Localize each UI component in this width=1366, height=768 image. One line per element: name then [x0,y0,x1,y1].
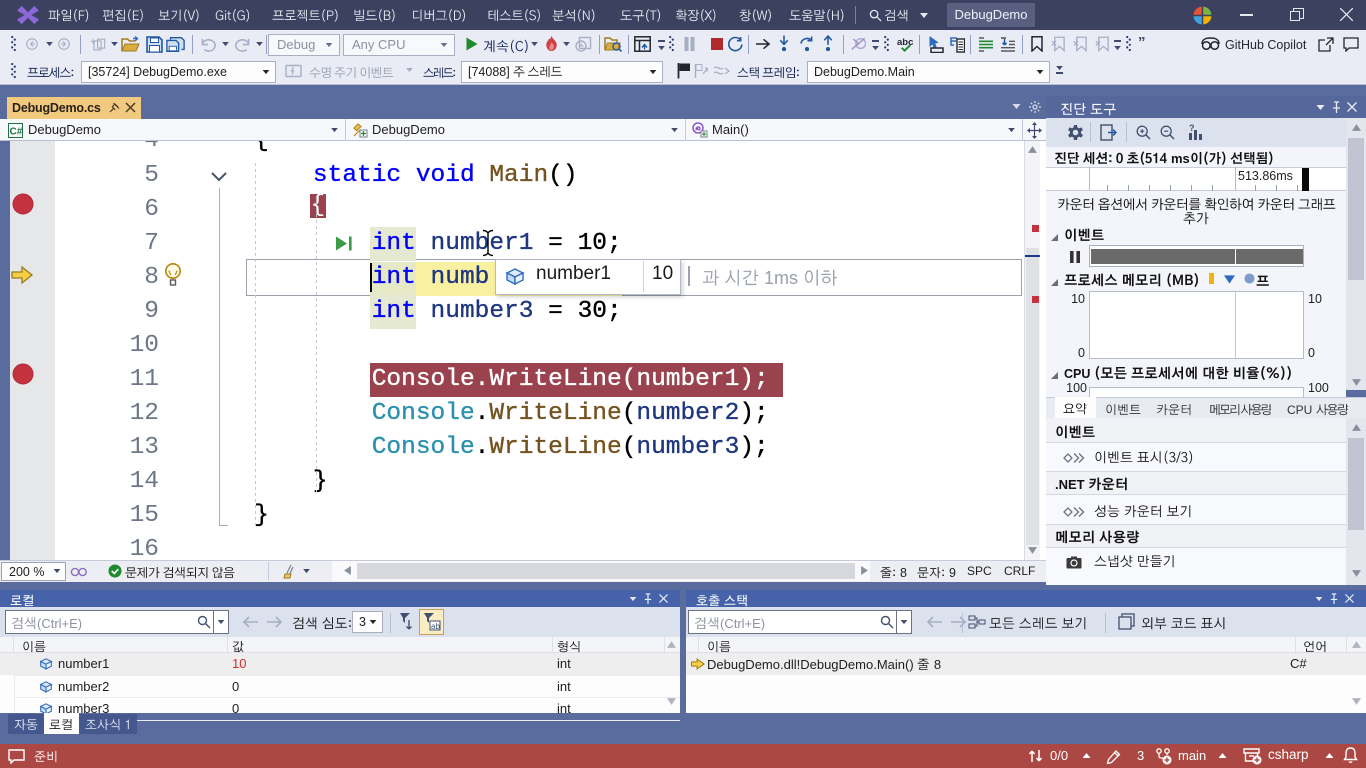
svg-text:?: ? [1189,123,1195,133]
svg-text:ab: ab [431,622,440,631]
svg-text:abc: abc [897,37,913,48]
svg-text:C#: C# [10,127,23,138]
